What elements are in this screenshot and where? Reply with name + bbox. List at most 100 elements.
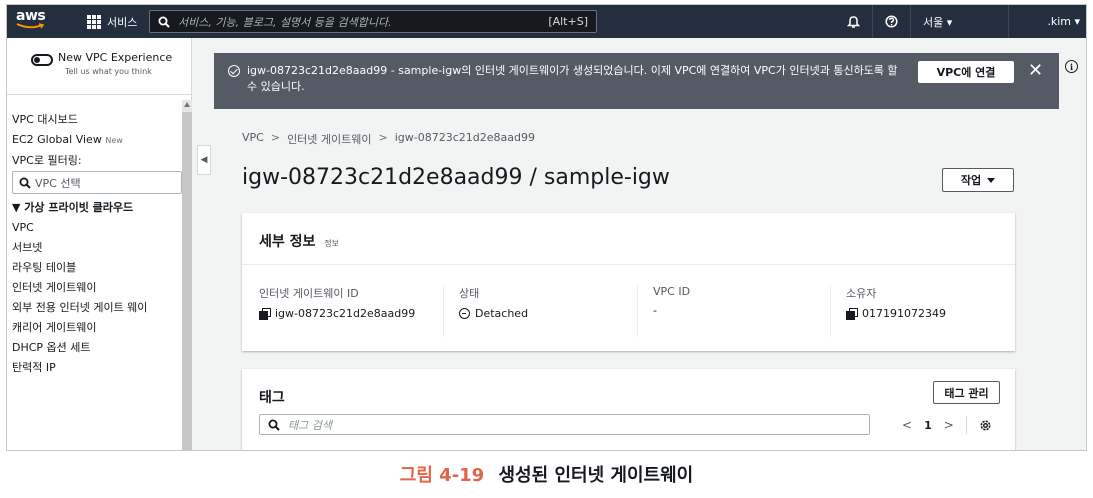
tags-heading: 태그 <box>259 390 285 406</box>
new-vpc-experience: New VPC Experience Tell us what you thin… <box>7 38 192 95</box>
grid-menu-icon <box>87 15 101 29</box>
bell-icon <box>847 16 860 28</box>
manage-tags-button[interactable]: 태그 관리 <box>933 381 1000 404</box>
region-label: 서울 ▾ <box>923 15 953 29</box>
breadcrumb-internet-gateways[interactable]: 인터넷 게이트웨이 <box>287 131 371 147</box>
figure-caption-text: 생성된 인터넷 게이트웨이 <box>498 465 694 486</box>
info-link[interactable]: 정보 <box>324 239 339 248</box>
field-label: VPC ID <box>653 285 691 298</box>
aws-logo[interactable]: aws <box>16 8 50 34</box>
close-icon[interactable]: ✕ <box>1028 60 1043 81</box>
help-icon <box>885 15 898 28</box>
current-page[interactable]: 1 <box>924 419 932 432</box>
actions-button[interactable]: 작업 <box>942 168 1014 192</box>
filter-label: VPC로 필터링: <box>12 154 82 167</box>
details-fields: 인터넷 게이트웨이 ID igw-08723c21d2e8aad99 상태 De… <box>242 265 1015 351</box>
scrollbar-thumb[interactable] <box>182 112 192 450</box>
actions-label: 작업 <box>960 174 982 187</box>
sidebar-item-carrier-gateways[interactable]: 캐리어 게이트웨이 <box>7 318 179 338</box>
flash-message: igw-08723c21d2e8aad99 - sample-igw의 인터넷 … <box>247 64 898 93</box>
figure-caption: 그림 4-19 생성된 인터넷 게이트웨이 <box>0 461 1093 487</box>
sidebar-scrollbar[interactable] <box>182 100 192 450</box>
vpc-id-value: - <box>653 304 657 317</box>
details-header: 세부 정보 정보 <box>242 213 1015 265</box>
chevron-right-icon: > <box>378 131 388 144</box>
chevron-left-icon: ◀ <box>200 155 208 165</box>
copy-icon[interactable] <box>846 308 858 320</box>
aws-logo-text: aws <box>16 8 46 24</box>
sidebar-item-route-tables[interactable]: 라우팅 테이블 <box>7 258 179 278</box>
field-value: 017191072349 <box>846 307 1015 320</box>
caret-down-icon <box>987 177 996 183</box>
sidebar-group-vpc[interactable]: ▼ 가상 프라이빗 클라우드 <box>7 198 179 218</box>
scroll-up-icon[interactable] <box>184 102 190 107</box>
sidebar-item-elastic-ip[interactable]: 탄력적 IP <box>7 358 179 378</box>
vpc-filter-select[interactable]: VPC 선택 <box>12 171 182 194</box>
field-vpc-id: VPC ID - <box>637 285 830 337</box>
nav-right: 서울 ▾ .kim ▾ <box>835 5 1086 38</box>
settings-gear-icon[interactable] <box>979 419 992 432</box>
breadcrumb: VPC > 인터넷 게이트웨이 > igw-08723c21d2e8aad99 <box>242 131 535 147</box>
services-label: 서비스 <box>107 16 138 29</box>
success-check-icon <box>228 65 240 77</box>
sidebar-item-ec2-global-view[interactable]: EC2 Global View New <box>7 130 179 151</box>
search-icon <box>158 16 170 28</box>
aws-smile-icon <box>16 23 45 29</box>
help-button[interactable] <box>872 5 910 38</box>
success-flash: igw-08723c21d2e8aad99 - sample-igw의 인터넷 … <box>214 53 1059 109</box>
new-vpc-title: New VPC Experience <box>58 51 173 64</box>
sidebar: New VPC Experience Tell us what you thin… <box>7 38 192 450</box>
search-shortcut: [Alt+S] <box>548 15 588 28</box>
owner-value: 017191072349 <box>862 307 946 320</box>
account-menu[interactable]: .kim ▾ <box>1008 5 1086 38</box>
sidebar-item-vpc-dashboard[interactable]: VPC 대시보드 <box>7 110 179 130</box>
sidebar-item-subnets[interactable]: 서브넷 <box>7 238 179 258</box>
igw-id-value: igw-08723c21d2e8aad99 <box>275 307 416 320</box>
console-screenshot: aws 서비스 서비스, 기능, 블로그, 설명서 등을 검색합니다. [Alt… <box>6 4 1087 451</box>
vpc-filter-placeholder: VPC 선택 <box>35 176 81 190</box>
sidebar-collapse-button[interactable]: ◀ <box>197 145 211 175</box>
field-value: igw-08723c21d2e8aad99 <box>259 307 444 320</box>
search-placeholder: 서비스, 기능, 블로그, 설명서 등을 검색합니다. <box>178 15 392 29</box>
top-navigation: aws 서비스 서비스, 기능, 블로그, 설명서 등을 검색합니다. [Alt… <box>7 5 1086 38</box>
details-panel: 세부 정보 정보 인터넷 게이트웨이 ID igw-08723c21d2e8aa… <box>242 213 1015 351</box>
sidebar-item-internet-gateways[interactable]: 인터넷 게이트웨이 <box>7 278 179 298</box>
state-value: Detached <box>475 307 529 320</box>
field-state: 상태 Detached <box>443 285 636 337</box>
breadcrumb-vpc[interactable]: VPC <box>242 131 264 147</box>
search-icon <box>268 419 280 431</box>
new-vpc-feedback-link[interactable]: Tell us what you think <box>65 67 152 76</box>
prev-page-icon[interactable]: < <box>902 418 912 432</box>
sidebar-item-dhcp-options[interactable]: DHCP 옵션 세트 <box>7 338 179 358</box>
field-value: Detached <box>459 307 636 320</box>
field-label: 인터넷 게이트웨이 ID <box>259 287 359 300</box>
chevron-right-icon: > <box>270 131 281 144</box>
breadcrumb-current: igw-08723c21d2e8aad99 <box>394 131 535 144</box>
divider <box>965 416 967 434</box>
new-vpc-toggle[interactable] <box>31 54 53 66</box>
sidebar-nav: VPC 대시보드 EC2 Global View New VPC로 필터링: V… <box>7 110 182 378</box>
detached-status-icon <box>459 308 470 319</box>
new-badge: New <box>105 136 123 145</box>
tag-search-input[interactable]: 태그 검색 <box>259 414 870 435</box>
next-page-icon[interactable]: > <box>944 418 954 432</box>
field-owner: 소유자 017191072349 <box>830 285 1015 337</box>
field-label: 상태 <box>459 287 480 300</box>
details-heading: 세부 정보 <box>259 234 316 250</box>
sidebar-item-vpc[interactable]: VPC <box>7 218 179 238</box>
field-label: 소유자 <box>846 287 877 300</box>
services-menu[interactable]: 서비스 <box>87 14 137 30</box>
tags-panel: 태그 태그 관리 태그 검색 < 1 > <box>242 369 1015 450</box>
info-panel-icon[interactable]: i <box>1065 60 1078 73</box>
tag-search-placeholder: 태그 검색 <box>288 418 332 432</box>
notifications-button[interactable] <box>835 5 872 38</box>
global-search-input[interactable]: 서비스, 기능, 블로그, 설명서 등을 검색합니다. [Alt+S] <box>149 10 597 33</box>
pagination: < 1 > <box>902 416 992 434</box>
search-icon <box>19 177 31 189</box>
account-label: .kim ▾ <box>1047 15 1080 28</box>
attach-to-vpc-button[interactable]: VPC에 연결 <box>918 61 1014 83</box>
sidebar-item-egress-only-igw[interactable]: 외부 전용 인터넷 게이트 웨이 <box>7 298 175 318</box>
copy-icon[interactable] <box>259 308 271 320</box>
region-selector[interactable]: 서울 ▾ <box>910 5 1008 38</box>
figure-number: 그림 4-19 <box>399 465 485 486</box>
